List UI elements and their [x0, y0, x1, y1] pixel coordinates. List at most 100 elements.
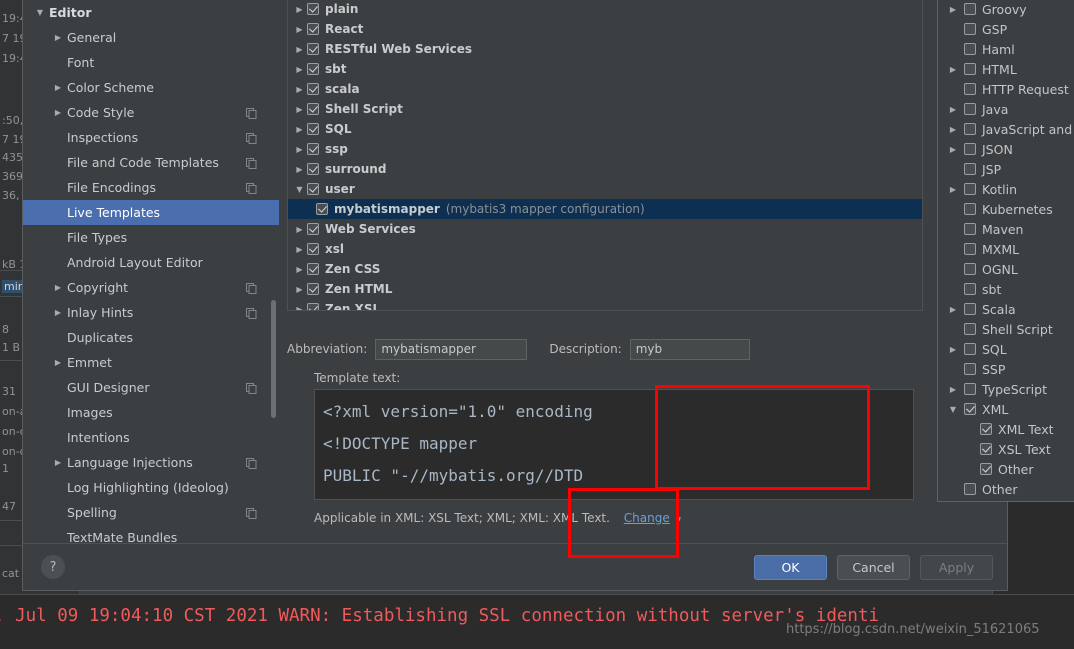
sidebar-item-android-layout-editor[interactable]: Android Layout Editor — [23, 250, 279, 275]
template-group-row[interactable]: ▶ Shell Script — [288, 99, 922, 119]
sidebar-item-file-encodings[interactable]: File Encodings — [23, 175, 279, 200]
sidebar-item-copyright[interactable]: ▶ Copyright — [23, 275, 279, 300]
chevron-right-icon[interactable]: ▶ — [292, 245, 307, 254]
template-group-row[interactable]: ▶ Zen HTML — [288, 279, 922, 299]
context-checkbox[interactable] — [964, 283, 976, 295]
context-option-row[interactable]: Other — [938, 479, 1074, 499]
template-group-row[interactable]: ▶ Zen XSL — [288, 299, 922, 311]
context-checkbox[interactable] — [964, 163, 976, 175]
context-checkbox[interactable] — [964, 63, 976, 75]
chevron-right-icon[interactable]: ▶ — [51, 83, 65, 92]
context-checkbox[interactable] — [964, 363, 976, 375]
chevron-down-icon[interactable]: ▾ — [677, 515, 682, 525]
template-text-editor[interactable]: <?xml version="1.0" encoding <!DOCTYPE ma… — [314, 389, 914, 500]
template-enabled-checkbox[interactable] — [307, 223, 319, 235]
description-input[interactable]: myb — [629, 338, 750, 360]
context-option-row[interactable]: Haml — [938, 39, 1074, 59]
chevron-right-icon[interactable]: ▶ — [942, 65, 964, 74]
template-enabled-checkbox[interactable] — [307, 103, 319, 115]
template-enabled-checkbox[interactable] — [307, 63, 319, 75]
context-option-row[interactable]: XML Text — [938, 419, 1074, 439]
template-enabled-checkbox[interactable] — [307, 123, 319, 135]
template-group-row[interactable]: ▶ sbt — [288, 59, 922, 79]
template-enabled-checkbox[interactable] — [307, 183, 319, 195]
sidebar-item-duplicates[interactable]: Duplicates — [23, 325, 279, 350]
context-option-row[interactable]: MXML — [938, 239, 1074, 259]
chevron-right-icon[interactable]: ▶ — [51, 33, 65, 42]
template-enabled-checkbox[interactable] — [307, 43, 319, 55]
context-checkbox[interactable] — [964, 383, 976, 395]
abbreviation-input[interactable]: mybatismapper — [375, 338, 528, 360]
settings-category-tree[interactable]: ▼ Editor ▶ General Font ▶ Color Scheme ▶ Code St… — [23, 0, 279, 545]
context-checkbox[interactable] — [964, 203, 976, 215]
sidebar-item-textmate-bundles[interactable]: TextMate Bundles — [23, 525, 279, 545]
sidebar-item-emmet[interactable]: ▶ Emmet — [23, 350, 279, 375]
context-checkbox[interactable] — [964, 143, 976, 155]
template-group-row[interactable]: ▶ SQL — [288, 119, 922, 139]
sidebar-item-log-highlighting-ideolog[interactable]: Log Highlighting (Ideolog) — [23, 475, 279, 500]
chevron-right-icon[interactable]: ▶ — [942, 125, 964, 134]
template-group-row[interactable]: ▶ scala — [288, 79, 922, 99]
template-group-row[interactable]: ▶ React — [288, 19, 922, 39]
chevron-right-icon[interactable]: ▶ — [292, 65, 307, 74]
context-option-row[interactable]: ▶ Groovy — [938, 0, 1074, 19]
context-option-row[interactable]: ▶ Java — [938, 99, 1074, 119]
chevron-right-icon[interactable]: ▶ — [292, 305, 307, 311]
context-checkbox[interactable] — [964, 123, 976, 135]
template-group-row[interactable]: ▶ ssp — [288, 139, 922, 159]
template-enabled-checkbox[interactable] — [307, 303, 319, 310]
sidebar-item-color-scheme[interactable]: ▶ Color Scheme — [23, 75, 279, 100]
chevron-right-icon[interactable]: ▶ — [292, 125, 307, 134]
context-checkbox[interactable] — [964, 43, 976, 55]
chevron-down-icon[interactable]: ▼ — [942, 405, 964, 414]
template-enabled-checkbox[interactable] — [307, 283, 319, 295]
template-enabled-checkbox[interactable] — [307, 243, 319, 255]
chevron-right-icon[interactable]: ▶ — [942, 5, 964, 14]
context-checkbox[interactable] — [964, 83, 976, 95]
sidebar-item-font[interactable]: Font — [23, 50, 279, 75]
template-enabled-checkbox[interactable] — [307, 23, 319, 35]
context-checkbox[interactable] — [964, 3, 976, 15]
context-option-row[interactable]: Kubernetes — [938, 199, 1074, 219]
chevron-right-icon[interactable]: ▶ — [292, 5, 307, 14]
context-checkbox[interactable] — [964, 23, 976, 35]
sidebar-item-file-and-code-templates[interactable]: File and Code Templates — [23, 150, 279, 175]
template-enabled-checkbox[interactable] — [307, 83, 319, 95]
cancel-button[interactable]: Cancel — [837, 555, 910, 580]
chevron-right-icon[interactable]: ▶ — [942, 305, 964, 314]
chevron-right-icon[interactable]: ▶ — [292, 145, 307, 154]
sidebar-item-live-templates[interactable]: Live Templates — [23, 200, 279, 225]
context-checkbox[interactable] — [964, 263, 976, 275]
chevron-down-icon[interactable]: ▼ — [33, 8, 47, 17]
context-option-row[interactable]: ▶ JavaScript and TypeScript — [938, 119, 1074, 139]
live-template-list[interactable]: ▶ plain ▶ React ▶ RESTful Web Services ▶ sbt ▶ sc… — [287, 0, 923, 311]
sidebar-item-editor[interactable]: ▼ Editor — [23, 0, 279, 25]
context-option-row[interactable]: ▶ Kotlin — [938, 179, 1074, 199]
chevron-right-icon[interactable]: ▶ — [942, 145, 964, 154]
context-checkbox[interactable] — [980, 423, 992, 435]
settings-tree-scrollbar[interactable] — [271, 300, 276, 418]
chevron-right-icon[interactable]: ▶ — [292, 45, 307, 54]
context-option-row[interactable]: ▼ XML — [938, 399, 1074, 419]
chevron-right-icon[interactable]: ▶ — [292, 265, 307, 274]
applicable-contexts-popup[interactable]: ▶ Groovy GSP Haml ▶ HTML HTTP Request ▶ Java ▶ Jav… — [937, 0, 1074, 502]
sidebar-item-code-style[interactable]: ▶ Code Style — [23, 100, 279, 125]
context-option-row[interactable]: ▶ Scala — [938, 299, 1074, 319]
context-checkbox[interactable] — [964, 483, 976, 495]
template-group-row[interactable]: ▶ plain — [288, 0, 922, 19]
context-option-row[interactable]: ▶ TypeScript — [938, 379, 1074, 399]
chevron-right-icon[interactable]: ▶ — [942, 105, 964, 114]
apply-button[interactable]: Apply — [920, 555, 993, 580]
help-button[interactable]: ? — [41, 555, 65, 579]
chevron-right-icon[interactable]: ▶ — [51, 108, 65, 117]
context-checkbox[interactable] — [964, 103, 976, 115]
chevron-right-icon[interactable]: ▶ — [292, 85, 307, 94]
context-checkbox[interactable] — [964, 303, 976, 315]
ok-button[interactable]: OK — [754, 555, 827, 580]
chevron-right-icon[interactable]: ▶ — [942, 385, 964, 394]
sidebar-item-gui-designer[interactable]: GUI Designer — [23, 375, 279, 400]
chevron-right-icon[interactable]: ▶ — [942, 345, 964, 354]
chevron-right-icon[interactable]: ▶ — [292, 105, 307, 114]
template-enabled-checkbox[interactable] — [307, 263, 319, 275]
sidebar-item-general[interactable]: ▶ General — [23, 25, 279, 50]
